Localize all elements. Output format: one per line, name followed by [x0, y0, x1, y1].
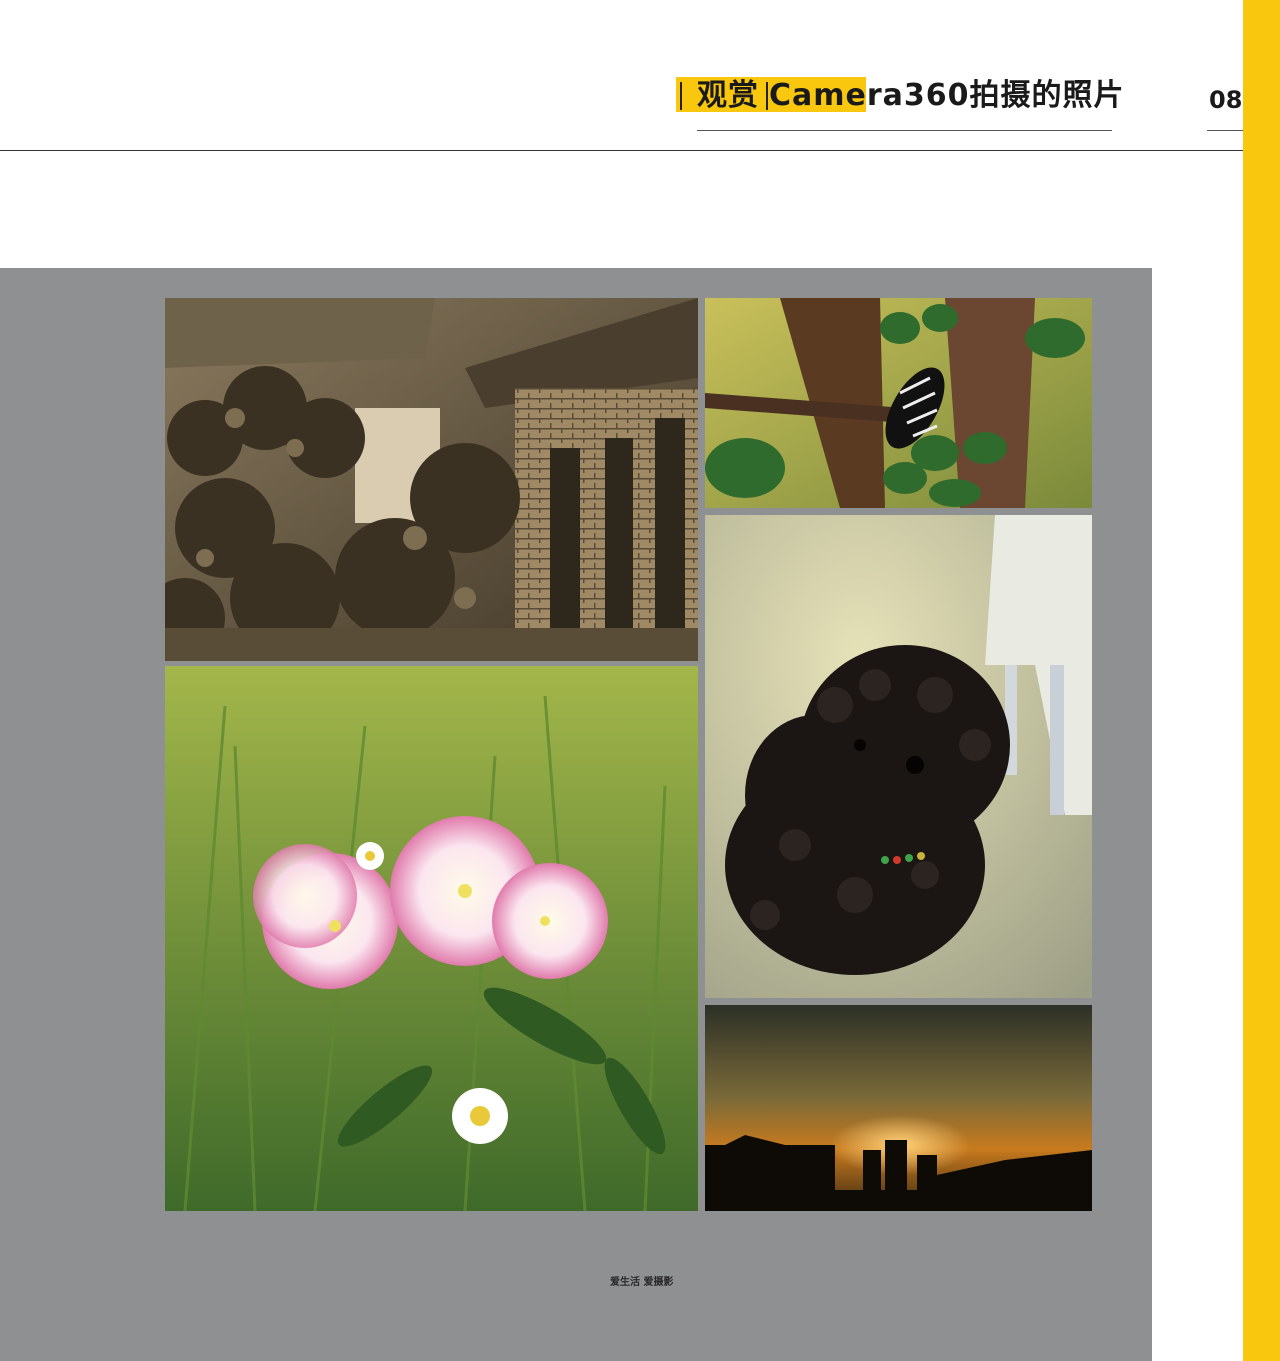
- title-underline: [697, 130, 1112, 131]
- photo-sunset-skyline: [705, 1005, 1092, 1211]
- black-dog-image: [705, 515, 1092, 998]
- title-divider-left: [680, 82, 682, 110]
- courtyard-house-image: [165, 298, 698, 661]
- photo-morning-glory: [165, 666, 698, 1211]
- photo-black-dog: [705, 515, 1092, 998]
- morning-glory-image: [165, 666, 698, 1211]
- title-prefix: 观赏: [697, 78, 759, 113]
- header-rule: [0, 150, 1243, 151]
- footer-slogan: 爱生活 爱摄影: [610, 1277, 674, 1288]
- photo-butterfly-tree: [705, 298, 1092, 508]
- page-title: 观赏 Camera360拍摄的照片: [697, 78, 1125, 114]
- page-number-underline: [1207, 130, 1243, 131]
- photo-courtyard-house: [165, 298, 698, 661]
- page-number: 08: [1209, 86, 1243, 114]
- butterfly-tree-image: [705, 298, 1092, 508]
- title-main: Camera360拍摄的照片: [769, 78, 1125, 113]
- sunset-skyline-image: [705, 1005, 1092, 1211]
- yellow-edge-bar: [1243, 0, 1280, 1361]
